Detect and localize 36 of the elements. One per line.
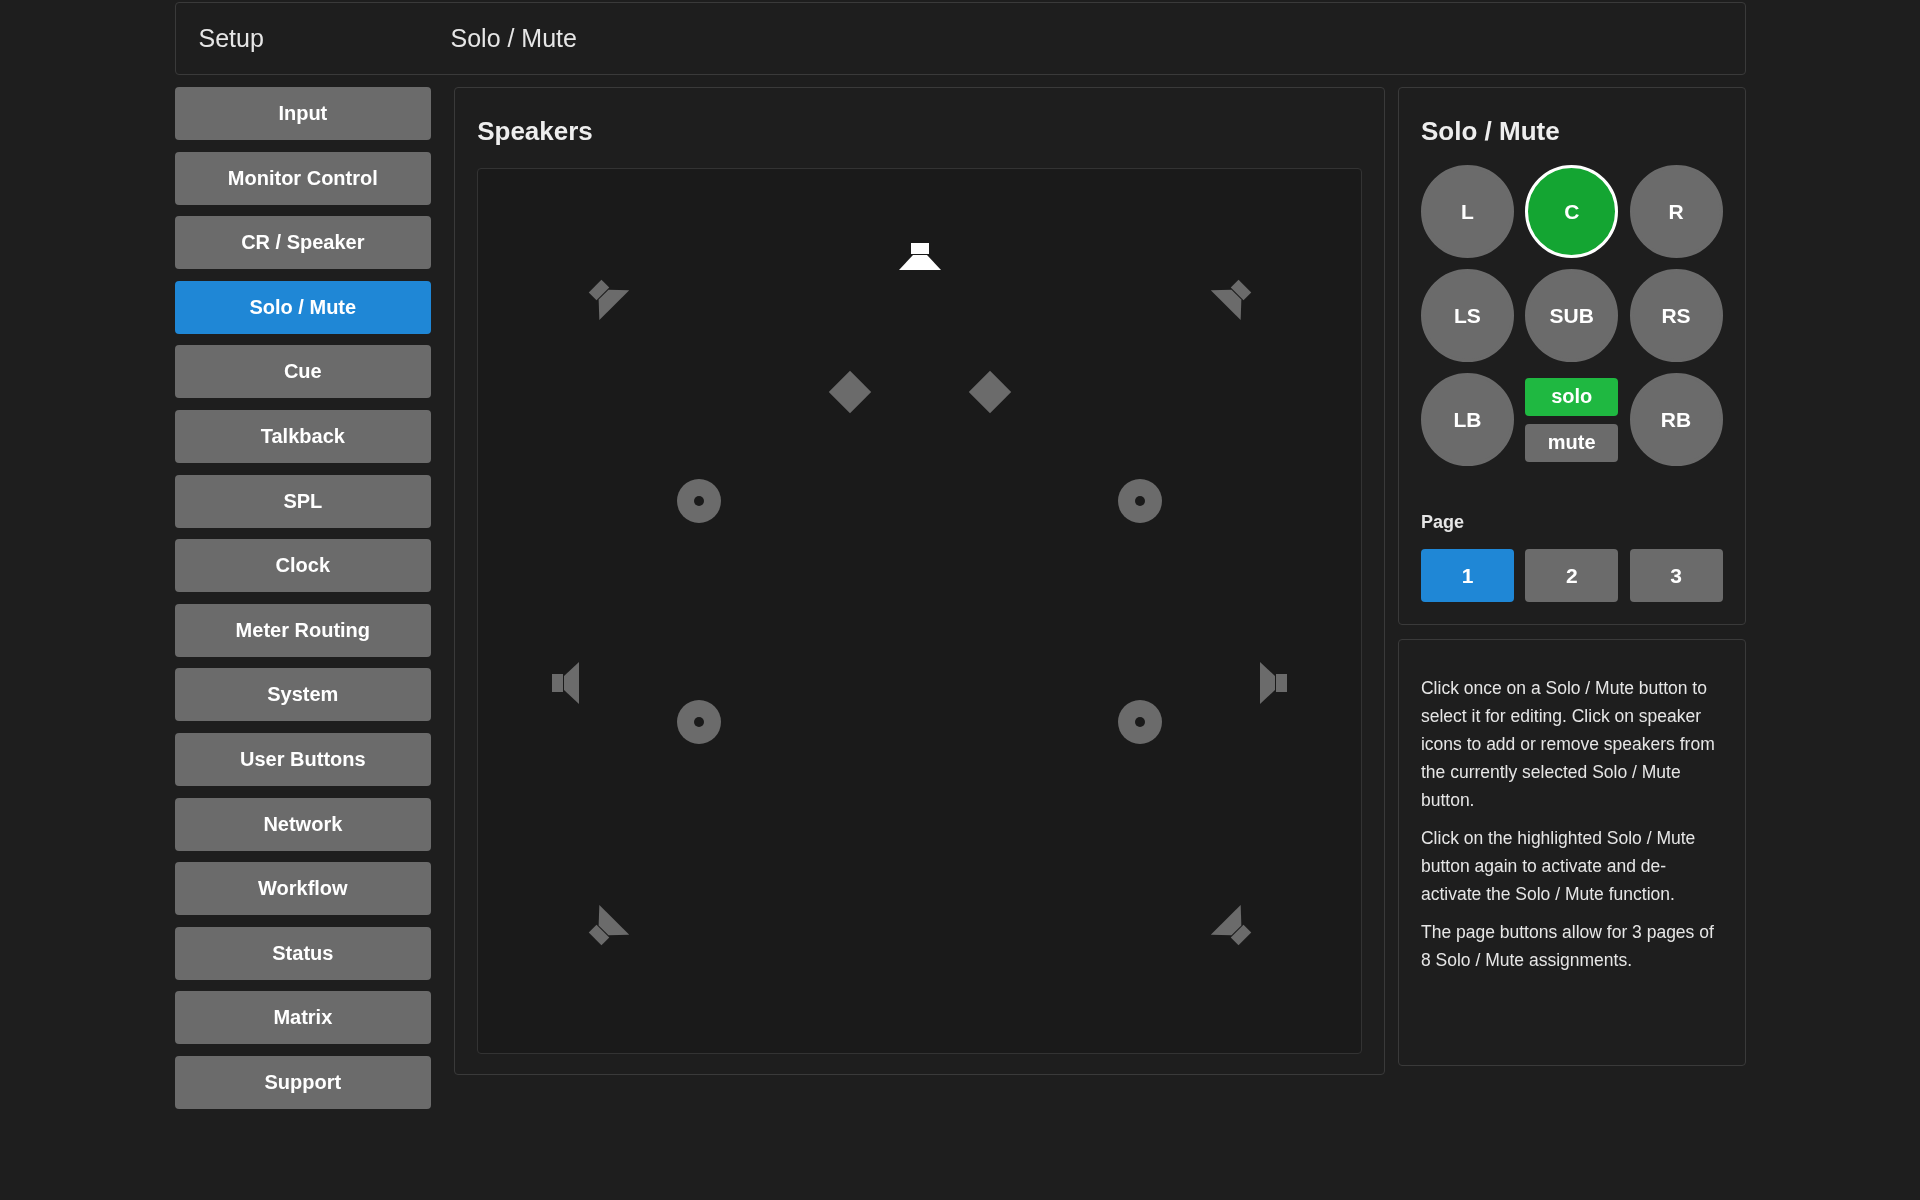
page-button[interactable]: 3 bbox=[1629, 549, 1723, 602]
page-title: Solo / Mute bbox=[450, 24, 577, 53]
sidebar-item[interactable]: Workflow bbox=[174, 862, 432, 916]
sidebar-item[interactable]: SPL bbox=[174, 474, 432, 528]
channel-button[interactable]: C bbox=[1525, 165, 1619, 258]
sidebar-item[interactable]: User Buttons bbox=[174, 732, 432, 786]
sidebar-item[interactable]: CR / Speaker bbox=[174, 216, 432, 270]
sidebar-item[interactable]: Network bbox=[174, 797, 432, 851]
help-text: The page buttons allow for 3 pages of 8 Solo / Mute assignments. bbox=[1420, 921, 1715, 972]
sidebar-item[interactable]: Cue bbox=[174, 345, 432, 399]
panel-title: Solo / Mute bbox=[1420, 116, 1561, 147]
help-text: Click once on a Solo / Mute button to select it for editing. Click on speaker icons to add or remove speakers from the currently selected Solo / Mute button. bbox=[1420, 677, 1716, 812]
channel-button[interactable]: L bbox=[1420, 165, 1514, 258]
sidebar-item[interactable]: Support bbox=[174, 1055, 432, 1109]
panel-title: Speakers bbox=[477, 116, 594, 147]
channel-button[interactable]: R bbox=[1629, 165, 1723, 258]
page-button[interactable]: 1 bbox=[1420, 549, 1514, 602]
page-label: Page bbox=[1420, 512, 1465, 533]
sidebar-item[interactable]: Talkback bbox=[174, 409, 432, 463]
channel-button[interactable]: RS bbox=[1629, 269, 1723, 362]
sidebar-item[interactable]: Clock bbox=[174, 539, 432, 593]
sidebar-item[interactable]: Input bbox=[174, 87, 432, 140]
sidebar-item[interactable]: Matrix bbox=[174, 991, 432, 1045]
channel-button[interactable]: LS bbox=[1420, 269, 1514, 362]
channel-button[interactable]: RB bbox=[1629, 373, 1723, 466]
channel-button[interactable]: LB bbox=[1420, 373, 1514, 466]
sidebar-item[interactable]: Monitor Control bbox=[174, 151, 432, 205]
sidebar-item[interactable]: Solo / Mute bbox=[174, 280, 432, 334]
channel-button[interactable]: SUB bbox=[1525, 269, 1619, 362]
sidebar-item[interactable]: System bbox=[174, 668, 432, 722]
mode-button[interactable]: mute bbox=[1525, 423, 1619, 462]
section-title: Setup bbox=[198, 24, 265, 53]
page-button[interactable]: 2 bbox=[1525, 549, 1619, 602]
sidebar-item[interactable]: Meter Routing bbox=[174, 603, 432, 657]
sidebar-item[interactable]: Status bbox=[174, 926, 432, 980]
help-text: Click on the highlighted Solo / Mute button again to activate and de-activate the Solo / Mute function. bbox=[1420, 827, 1697, 906]
